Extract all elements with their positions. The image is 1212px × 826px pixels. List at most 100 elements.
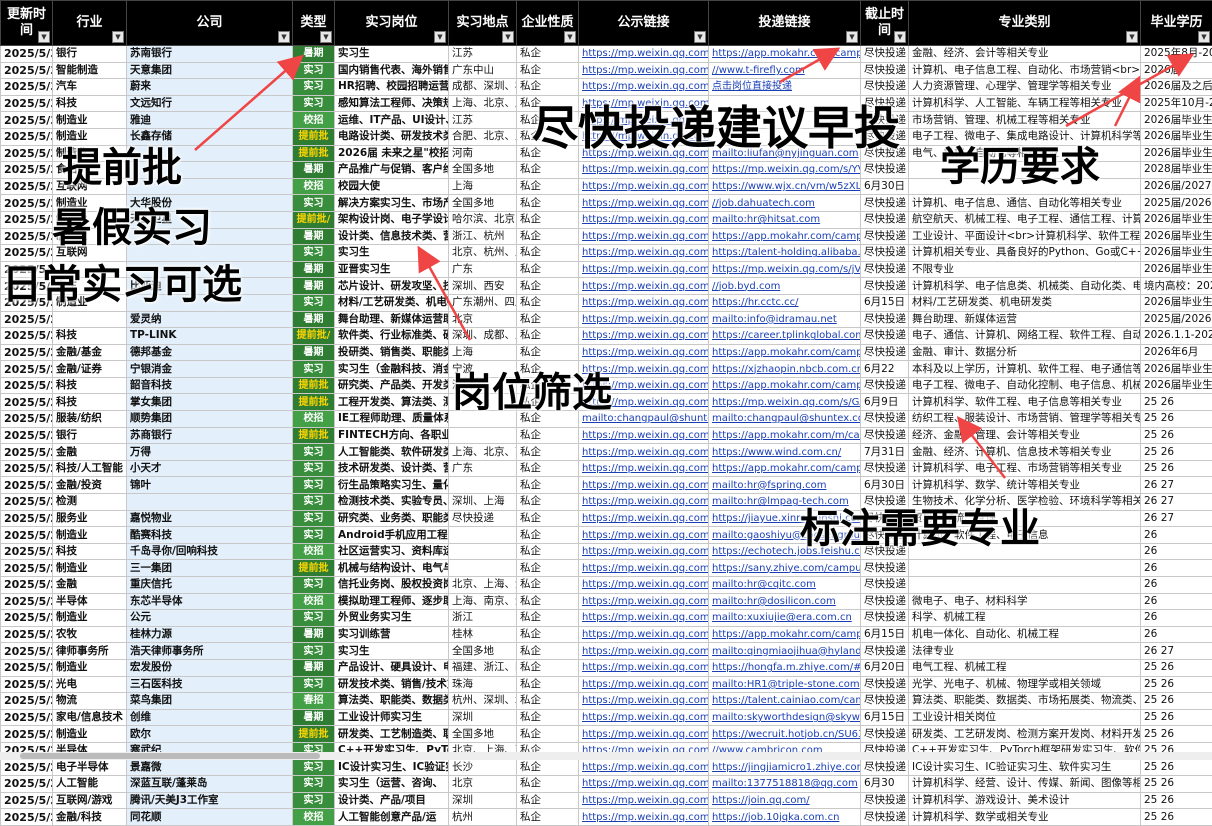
column-header-nature[interactable]: 企业性质▼ xyxy=(517,1,579,46)
cell-apply-link[interactable]: https://app.mokahr.com/campus-r xyxy=(709,46,861,63)
column-header-company[interactable]: 公司▼ xyxy=(127,1,293,46)
cell-public-link[interactable]: https://mp.weixin.qq.com/s/nlvY xyxy=(579,809,709,826)
table-row[interactable]: 2025/5/23光电三石医科技实习研发技术类、销售/技术支持珠海私企https… xyxy=(1,676,1212,693)
cell-apply-link[interactable]: https://www.wind.com.cn/ xyxy=(709,444,861,461)
cell-apply-link[interactable]: mailto:1377518818@qq.com xyxy=(709,776,861,793)
column-header-update-time[interactable]: 更新时间▼ xyxy=(1,1,53,46)
column-header-apply-link[interactable]: 投递链接▼ xyxy=(709,1,861,46)
cell-apply-link[interactable]: https://app.mokahr.com/m/campus-re xyxy=(709,427,861,444)
table-row[interactable]: 2025/5/26金融/投资锦叶实习衍生品策略实习生、量化实私企https://… xyxy=(1,477,1212,494)
cell-apply-link[interactable]: mailto:qingmiaojihua@hylandslaw.co xyxy=(709,643,861,660)
cell-public-link[interactable]: https://mp.weixin.qq.com/s/fqso xyxy=(579,593,709,610)
cell-public-link[interactable]: https://mp.weixin.qq.com/s/Cuk xyxy=(579,643,709,660)
cell-public-link[interactable]: https://mp.weixin.qq.com/s/facH xyxy=(579,709,709,726)
column-header-type[interactable]: 类型▼ xyxy=(293,1,335,46)
cell-apply-link[interactable]: mailto:hr@hitsat.com xyxy=(709,211,861,228)
cell-public-link[interactable]: https://mp.weixin.qq.com/s/c5u xyxy=(579,543,709,560)
filter-dropdown-icon[interactable]: ▼ xyxy=(278,31,290,43)
cell-public-link[interactable]: https://mp.weixin.qq.com/s/rahf xyxy=(579,693,709,710)
cell-public-link[interactable]: https://mp.weixin.qq.com/s/Z xyxy=(579,328,709,345)
column-header-public-link[interactable]: 公示链接▼ xyxy=(579,1,709,46)
cell-public-link[interactable]: https://mp.weixin.qq.com/s/twZ xyxy=(579,726,709,743)
cell-apply-link[interactable]: https://join.qq.com/ xyxy=(709,792,861,809)
cell-apply-link[interactable]: https://app.mokahr.com/campus-r xyxy=(709,344,861,361)
cell-apply-link[interactable]: mailto:info@idramau.net xyxy=(709,311,861,328)
cell-apply-link[interactable]: mailto:hr@dosilicon.com xyxy=(709,593,861,610)
table-row[interactable]: 2025/5/23家电/信息技术创维暑期工业设计师实习生深圳私企https://… xyxy=(1,709,1212,726)
cell-public-link[interactable]: https://mp.weixin.qq.com/s/Y xyxy=(579,162,709,179)
cell-public-link[interactable]: https://mp.weixin.qq.com/s/Cw0 xyxy=(579,577,709,594)
column-header-major[interactable]: 专业类别▼ xyxy=(909,1,1141,46)
cell-apply-link[interactable]: https://www.wjx.cn/vm/w5zXLPj.as xyxy=(709,178,861,195)
table-row[interactable]: 2025/5/26半导体东芯半导体校招模拟助理工程师、逐步助上海、南京、深私企h… xyxy=(1,593,1212,610)
table-row[interactable]: 2025/5/26银行苏商银行提前批FINTECH方向、各职业务方私企https… xyxy=(1,427,1212,444)
cell-public-link[interactable]: https://mp.weixin.qq.com/s/Apa xyxy=(579,560,709,577)
table-row[interactable]: 2025/5/22金融/科技同花顺校招人工智能创意产品/运杭州私企https:/… xyxy=(1,809,1212,826)
cell-apply-link[interactable]: //job.byd.com xyxy=(709,278,861,295)
table-row[interactable]: 2025/5/30银行苏南银行暑期实习生江苏私企https://mp.weixi… xyxy=(1,46,1212,63)
cell-apply-link[interactable]: https://career.tplinkglobal.com/ca xyxy=(709,328,861,345)
table-row[interactable]: 2025/5/26金融重庆信托实习信托业务岗、股权投资岗、固北京、上海、深私企h… xyxy=(1,577,1212,594)
filter-dropdown-icon[interactable]: ▼ xyxy=(564,31,576,43)
filter-dropdown-icon[interactable]: ▼ xyxy=(112,31,124,43)
cell-apply-link[interactable]: https://app.mokahr.com/campus-r xyxy=(709,228,861,245)
cell-apply-link[interactable]: mailto:skyworthdesign@skyworth.com xyxy=(709,709,861,726)
cell-public-link[interactable]: https://mp.weixin.qq.com/s/FmI xyxy=(579,792,709,809)
cell-public-link[interactable]: https://mp.weixin.qq.com/s/Hu xyxy=(579,494,709,511)
cell-apply-link[interactable]: https://talent-holding.alibaba.com/ xyxy=(709,245,861,262)
filter-dropdown-icon[interactable]: ▼ xyxy=(894,31,906,43)
table-row[interactable]: 2025/5/28爱灵纳暑期舞台助理、新媒体运营助理、北京私企https://m… xyxy=(1,311,1212,328)
cell-public-link[interactable]: https://mp.weixin.qq.com/s/tGH xyxy=(579,460,709,477)
filter-dropdown-icon[interactable]: ▼ xyxy=(502,31,514,43)
scrollbar-thumb[interactable] xyxy=(20,753,320,759)
cell-public-link[interactable]: https://mp.weixin.qq.com/s/zYJI xyxy=(579,510,709,527)
cell-apply-link[interactable]: https://app.mokahr.com/campus-recr xyxy=(709,460,861,477)
filter-dropdown-icon[interactable]: ▼ xyxy=(846,31,858,43)
cell-public-link[interactable]: https://mp.weixin.qq.com/s/eaR xyxy=(579,759,709,776)
filter-dropdown-icon[interactable]: ▼ xyxy=(320,31,332,43)
cell-apply-link[interactable]: https://xjzhaopin.nbcb.com.cn xyxy=(709,361,861,378)
column-header-degree[interactable]: 毕业学历▼ xyxy=(1141,1,1212,46)
cell-apply-link[interactable]: https://mp.weixin.qq.com/s/GAWH24 xyxy=(709,394,861,411)
filter-dropdown-icon[interactable]: ▼ xyxy=(1126,31,1138,43)
cell-apply-link[interactable]: https://app.mokahr.com/campus-r xyxy=(709,377,861,394)
table-row[interactable]: 2025/5/26农牧桂林力源暑期实习训练营桂林私企https://mp.wei… xyxy=(1,626,1212,643)
cell-apply-link[interactable]: https://hongfa.m.zhiye.com/#/jobs?jc xyxy=(709,659,861,676)
cell-public-link[interactable]: https://mp.weixin.qq.com/s/KsF xyxy=(579,477,709,494)
filter-dropdown-icon[interactable]: ▼ xyxy=(434,31,446,43)
cell-public-link[interactable]: https://mp.weixin.qq.com/s/5A5 xyxy=(579,659,709,676)
cell-apply-link[interactable]: //www.t-firefly.com xyxy=(709,62,861,79)
cell-apply-link[interactable]: mailto:xuxiujie@era.com.cn xyxy=(709,610,861,627)
table-row[interactable]: 2025/5/26科技/人工智能小天才实习技术研发类、设计类、营销职广东私企ht… xyxy=(1,460,1212,477)
horizontal-scrollbar[interactable] xyxy=(0,752,1212,760)
table-row[interactable]: 2025/5/22互联网/游戏腾讯/天美J3工作室实习设计类、产品/项目深圳私企… xyxy=(1,792,1212,809)
cell-apply-link[interactable]: //job.dahuatech.com xyxy=(709,195,861,212)
filter-dropdown-icon[interactable]: ▼ xyxy=(38,31,50,43)
table-row[interactable]: 2025/5/30智能制造天意集团实习国内销售代表、海外销售代广东中山私企htt… xyxy=(1,62,1212,79)
cell-apply-link[interactable]: https://app.mokahr.com/campus-recr xyxy=(709,626,861,643)
cell-public-link[interactable]: https://mp.weixin.qq.com/s/Cw xyxy=(579,527,709,544)
column-header-industry[interactable]: 行业▼ xyxy=(53,1,127,46)
table-row[interactable]: 2025/5/26制造业宏发股份暑期产品设计、硬具设计、电气福建、浙江、四私企h… xyxy=(1,659,1212,676)
cell-public-link[interactable]: https://mp.weixin.qq.com/s/Spd xyxy=(579,294,709,311)
cell-public-link[interactable]: https://mp.weixin.qq.com/s/a xyxy=(579,195,709,212)
cell-public-link[interactable]: https://mp.weixin.qq.com/s/TBa xyxy=(579,245,709,262)
cell-public-link[interactable]: https://mp.weixin.qq.com/s/zqv xyxy=(579,610,709,627)
cell-apply-link[interactable]: https://talent.cainiao.com/campus/recr xyxy=(709,693,861,710)
cell-apply-link[interactable]: https://sany.zhiye.com/campus/jobs xyxy=(709,560,861,577)
cell-public-link[interactable]: https://mp.weixin.qq.com/s/1J9 xyxy=(579,676,709,693)
cell-public-link[interactable]: https://mp.weixin.qq.com/s/7IVF xyxy=(579,444,709,461)
cell-public-link[interactable]: https://mp.weixin.qq.com/s/7Av xyxy=(579,776,709,793)
table-row[interactable]: 2025/5/26制造业公元实习外贸业务实习生浙江私企https://mp.we… xyxy=(1,610,1212,627)
table-row[interactable]: 2025/5/23电子半导体景嘉微实习IC设计实习生、IC验证实习长沙私企htt… xyxy=(1,759,1212,776)
filter-dropdown-icon[interactable]: ▼ xyxy=(1198,31,1210,43)
table-row[interactable]: 2025/5/23制造业欧尔提前批研发类、工艺制造类、职能支全国多地私企http… xyxy=(1,726,1212,743)
table-row[interactable]: 2025/5/22人工智能深蓝互联/蓬莱岛实习实习生（运营、咨询、北京私企htt… xyxy=(1,776,1212,793)
filter-dropdown-icon[interactable]: ▼ xyxy=(694,31,706,43)
cell-public-link[interactable]: https://mp.weixin.qq.com/s/ xyxy=(579,178,709,195)
cell-public-link[interactable]: https://mp.weixin.qq.com/s/EK8 xyxy=(579,46,709,63)
table-row[interactable]: 2025/5/26金融万得实习人工智能类、软件研发类、职上海、北京、苏私企htt… xyxy=(1,444,1212,461)
cell-public-link[interactable]: https://mp.weixin.qq.com/s/WYt xyxy=(579,626,709,643)
table-row[interactable]: 2025/5/27金融/基金德邦基金暑期投研类、销售类、职能类上海私企https… xyxy=(1,344,1212,361)
cell-public-link[interactable]: https://mp.weixin.qq.com/s/i xyxy=(579,344,709,361)
